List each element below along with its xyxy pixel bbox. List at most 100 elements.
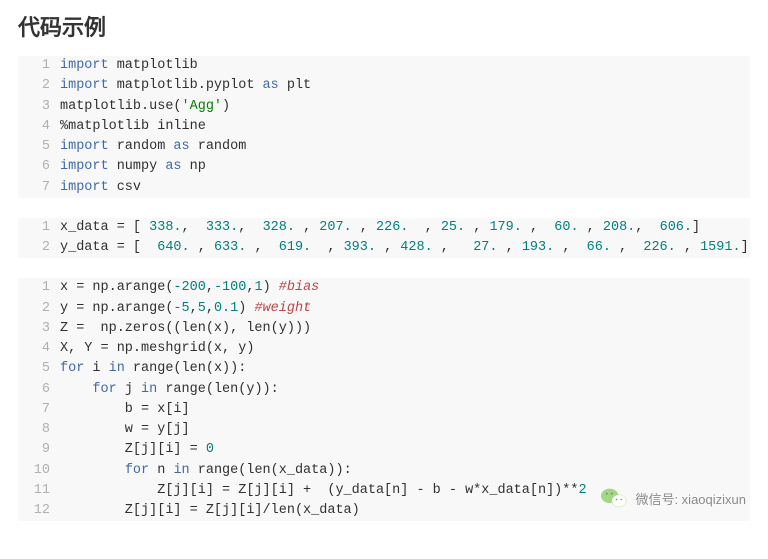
code-token: 2 <box>578 483 586 498</box>
section-heading: 代码示例 <box>18 10 750 42</box>
line-number: 12 <box>18 501 60 521</box>
line-number: 7 <box>18 400 60 420</box>
line-number: 2 <box>18 238 60 258</box>
code-line: 6 for j in range(len(y)): <box>18 380 750 400</box>
code-content: w = y[j] <box>60 420 190 440</box>
code-content: Z[j][i] = Z[j][i]/len(x_data) <box>60 501 360 521</box>
code-token: , <box>295 220 319 235</box>
code-token: , <box>206 301 214 316</box>
code-token: , <box>376 240 400 255</box>
line-number: 10 <box>18 461 60 481</box>
line-number: 7 <box>18 178 60 198</box>
code-token: 179. <box>489 220 521 235</box>
code-block: 1 import matplotlib 2import matplotlib.pyp… <box>18 56 750 198</box>
line-number: 6 <box>18 380 60 400</box>
code-token: ] <box>741 240 749 255</box>
code-token: 1591. <box>700 240 741 255</box>
code-token: plt <box>279 78 311 93</box>
code-content: for n in range(len(x_data)): <box>60 461 352 481</box>
code-token: as <box>263 78 279 93</box>
code-token: Z = np.zeros((len(x), len(y))) <box>60 321 311 336</box>
code-line: 8 w = y[j] <box>18 420 750 440</box>
code-token: matplotlib.use( <box>60 99 182 114</box>
code-token: range(len(x_data)): <box>190 463 352 478</box>
code-token: for <box>92 382 116 397</box>
code-token: import <box>60 159 109 174</box>
code-token: , <box>408 220 440 235</box>
code-token: , <box>579 220 603 235</box>
code-line: 3matplotlib.use('Agg') <box>18 97 750 117</box>
code-token: 208. <box>603 220 635 235</box>
code-token: np <box>182 159 206 174</box>
code-token: matplotlib <box>109 58 198 73</box>
line-number: 9 <box>18 440 60 460</box>
code-token: 640. <box>157 240 189 255</box>
code-token: 60. <box>554 220 578 235</box>
code-token: for <box>125 463 149 478</box>
code-token: , <box>206 280 214 295</box>
line-number: 1 <box>18 218 60 238</box>
code-token: , <box>554 240 586 255</box>
code-content: b = x[i] <box>60 400 190 420</box>
code-content: import numpy as np <box>60 157 206 177</box>
code-line: 3Z = np.zeros((len(x), len(y))) <box>18 319 750 339</box>
code-token: matplotlib.pyplot <box>109 78 263 93</box>
line-number: 1 <box>18 278 60 298</box>
code-line: 1x = np.arange(-200,-100,1) #bias <box>18 278 750 298</box>
code-token: %matplotlib inline <box>60 119 206 134</box>
code-token: import <box>60 139 109 154</box>
code-token: 333. <box>206 220 238 235</box>
code-token: ) <box>222 99 230 114</box>
code-token: x_data = [ <box>60 220 149 235</box>
code-line: 2y_data = [ 640. , 633. , 619. , 393. , … <box>18 238 750 258</box>
code-token: 1 <box>254 280 262 295</box>
code-content: matplotlib.use('Agg') <box>60 97 230 117</box>
code-content: for j in range(len(y)): <box>60 380 279 400</box>
code-token <box>60 463 125 478</box>
watermark: 微信号: xiaoqizixun <box>601 486 746 510</box>
code-token: , <box>238 220 262 235</box>
code-content: X, Y = np.meshgrid(x, y) <box>60 339 254 359</box>
line-number: 1 <box>18 56 60 76</box>
code-token: random <box>190 139 247 154</box>
code-line: 5import random as random <box>18 137 750 157</box>
code-token: -100 <box>214 280 246 295</box>
code-token: 393. <box>344 240 376 255</box>
code-line: 6import numpy as np <box>18 157 750 177</box>
code-token: , <box>522 220 554 235</box>
code-token: #bias <box>279 280 320 295</box>
code-token: 226. <box>376 220 408 235</box>
code-line: 5for i in range(len(x)): <box>18 359 750 379</box>
code-line: 7 b = x[i] <box>18 400 750 420</box>
code-content: y = np.arange(-5,5,0.1) #weight <box>60 299 311 319</box>
code-token: 25. <box>441 220 465 235</box>
code-content: for i in range(len(x)): <box>60 359 246 379</box>
code-content: import csv <box>60 178 141 198</box>
code-token: 0 <box>206 442 214 457</box>
code-line: 2import matplotlib.pyplot as plt <box>18 76 750 96</box>
code-token: for <box>60 361 84 376</box>
code-token: , <box>498 240 522 255</box>
code-block: 1x_data = [ 338., 333., 328. , 207. , 22… <box>18 218 750 259</box>
code-token: i <box>84 361 108 376</box>
code-token: Z[j][i] = <box>60 442 206 457</box>
code-token: , <box>182 220 206 235</box>
line-number: 3 <box>18 319 60 339</box>
code-content: y_data = [ 640. , 633. , 619. , 393. , 4… <box>60 238 749 258</box>
code-line: 2y = np.arange(-5,5,0.1) #weight <box>18 299 750 319</box>
code-token: w = y[j] <box>60 422 190 437</box>
code-token: numpy <box>109 159 166 174</box>
line-number: 2 <box>18 299 60 319</box>
code-token: y = np.arange( <box>60 301 173 316</box>
line-number: 3 <box>18 97 60 117</box>
code-line: 4%matplotlib inline <box>18 117 750 137</box>
code-content: Z[j][i] = Z[j][i] + (y_data[n] - b - w*x… <box>60 481 587 501</box>
code-token: -200 <box>173 280 205 295</box>
line-number: 11 <box>18 481 60 501</box>
code-token: #weight <box>254 301 311 316</box>
line-number: 6 <box>18 157 60 177</box>
code-content: x_data = [ 338., 333., 328. , 207. , 226… <box>60 218 700 238</box>
code-token: , <box>311 240 343 255</box>
code-token: as <box>165 159 181 174</box>
code-token: 606. <box>660 220 692 235</box>
